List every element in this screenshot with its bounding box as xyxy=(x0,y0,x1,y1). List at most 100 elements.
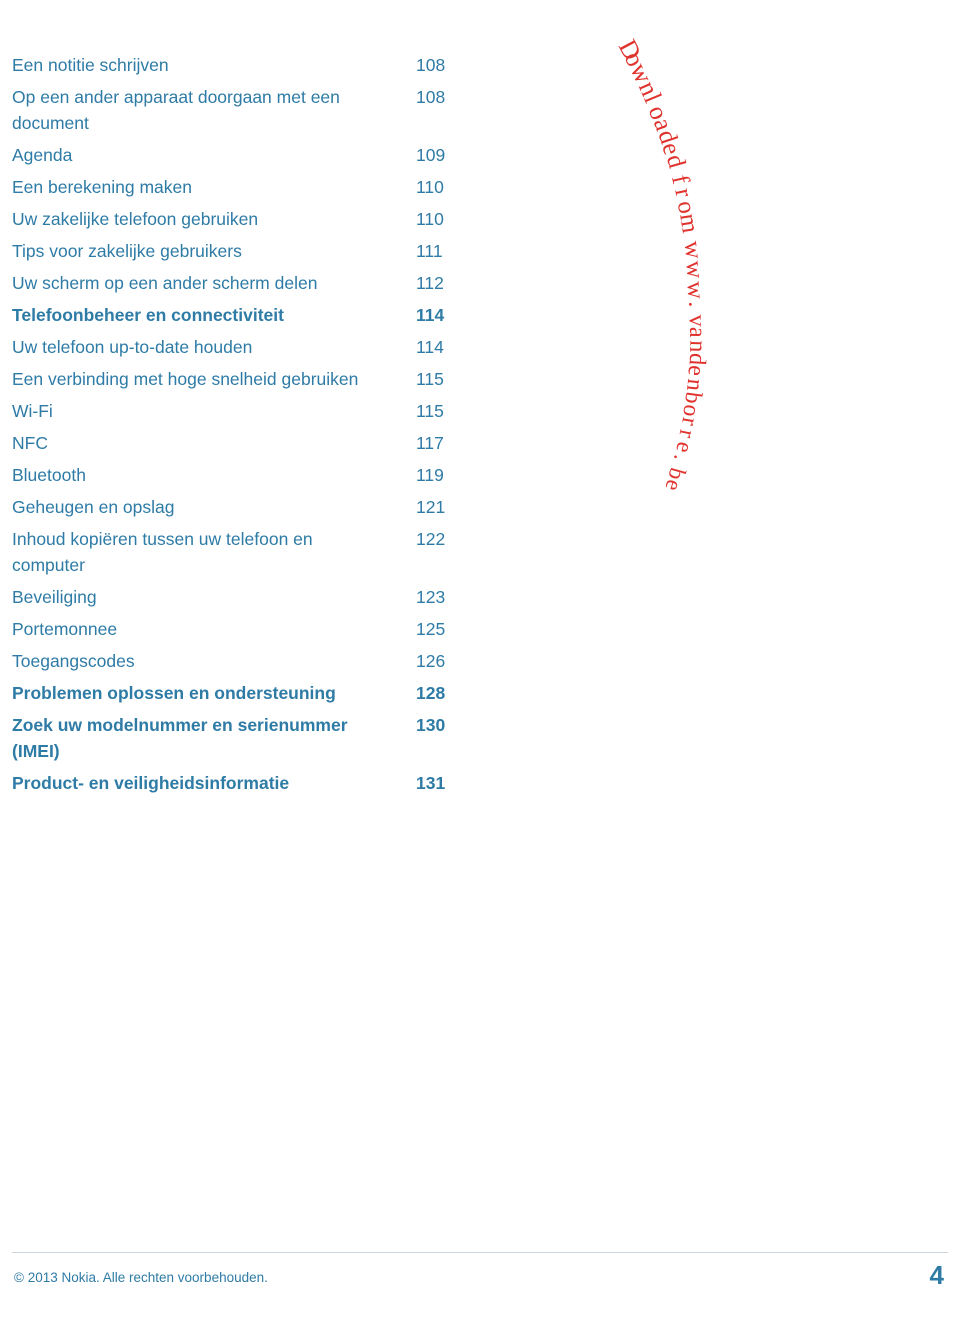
toc-entry[interactable]: Uw telefoon up-to-date houden 114 xyxy=(12,334,472,360)
toc-entry-title: Een notitie schrijven xyxy=(12,55,169,75)
watermark-char: w xyxy=(681,280,710,300)
watermark-char: w xyxy=(680,260,709,280)
watermark-char: o xyxy=(642,101,675,124)
toc-entry-title: Toegangscodes xyxy=(12,651,135,671)
watermark-char: w xyxy=(624,58,659,88)
toc-entry-title: Beveiliging xyxy=(12,587,97,607)
watermark-char: n xyxy=(684,339,711,353)
watermark-char: l xyxy=(637,89,668,107)
toc-entry-page: 110 xyxy=(416,177,444,197)
toc-entry-title: Bluetooth xyxy=(12,465,86,485)
toc-entry[interactable]: Tips voor zakelijke gebruikers 111 xyxy=(12,238,472,264)
toc-entry-title: Zoek uw modelnummer en serienummer (IMEI… xyxy=(12,715,348,761)
toc-entry[interactable]: Portemonnee 125 xyxy=(12,616,472,642)
toc-entry[interactable]: NFC 117 xyxy=(12,430,472,456)
footer-divider xyxy=(12,1252,948,1253)
toc-entry-page: 108 xyxy=(416,87,446,107)
toc-entry-page: 108 xyxy=(416,55,446,75)
toc-entry-page: 112 xyxy=(416,273,444,293)
toc-entry-title: Een berekening maken xyxy=(12,177,192,197)
watermark-char: r xyxy=(669,185,698,199)
toc-entry-page: 110 xyxy=(416,209,444,229)
toc-entry-title: Telefoonbeheer en connectiviteit xyxy=(12,305,284,325)
watermark-char: . xyxy=(668,452,695,465)
toc-entry[interactable]: Wi-Fi 115 xyxy=(12,398,472,424)
toc-entry[interactable]: Toegangscodes 126 xyxy=(12,648,472,674)
toc-entry[interactable]: Beveiliging 123 xyxy=(12,584,472,610)
toc-entry-page: 115 xyxy=(416,401,444,421)
watermark-char: d xyxy=(652,126,684,148)
footer-page-number: 4 xyxy=(929,1260,944,1290)
toc-entry[interactable]: Product- en veiligheidsinformatie 131 xyxy=(12,770,472,796)
watermark-char: w xyxy=(678,239,707,261)
table-of-contents: Een notitie schrijven 108 Op een ander app… xyxy=(12,52,472,802)
toc-entry[interactable]: Op een ander apparaat doorgaan met een d… xyxy=(12,84,472,136)
watermark-char: v xyxy=(683,313,711,327)
watermark: Downloaded from www.vandenborre.be xyxy=(608,0,960,494)
toc-entry-page: 117 xyxy=(416,433,444,453)
toc-entry[interactable]: Problemen oplossen en ondersteuning 128 xyxy=(12,680,472,706)
toc-entry-page: 115 xyxy=(416,369,444,389)
toc-entry-page: 121 xyxy=(416,497,446,517)
toc-entry[interactable]: Bluetooth 119 xyxy=(12,462,472,488)
toc-entry-title: Portemonnee xyxy=(12,619,118,639)
toc-entry-title: Op een ander apparaat doorgaan met een d… xyxy=(12,87,340,133)
toc-entry-title: Uw scherm op een ander scherm delen xyxy=(12,273,318,293)
watermark-char: e xyxy=(670,440,698,456)
toc-entry-title: Tips voor zakelijke gebruikers xyxy=(12,241,242,261)
watermark-text: Downloaded from www.vandenborre.be xyxy=(402,0,899,494)
watermark-char: a xyxy=(647,113,679,135)
toc-entry-title: Een verbinding met hoge snelheid gebruik… xyxy=(12,369,359,389)
document-page: Een notitie schrijven 108 Op een ander app… xyxy=(0,0,960,1322)
toc-entry-page: 130 xyxy=(416,715,446,735)
toc-entry-page: 122 xyxy=(416,529,446,549)
toc-entry-title: NFC xyxy=(12,433,48,453)
toc-entry[interactable]: Uw zakelijke telefoon gebruiken 110 xyxy=(12,206,472,232)
watermark-char: r xyxy=(675,415,703,428)
toc-entry[interactable]: Een verbinding met hoge snelheid gebruik… xyxy=(12,366,472,392)
watermark-char: b xyxy=(663,464,692,483)
toc-entry-page: 131 xyxy=(416,773,446,793)
toc-entry-page: 111 xyxy=(416,241,443,261)
watermark-char: e xyxy=(660,476,688,494)
watermark-char: f xyxy=(666,172,695,187)
footer-copyright: © 2013 Nokia. Alle rechten voorbehouden. xyxy=(14,1270,268,1285)
toc-entry-page: 119 xyxy=(416,465,444,485)
toc-entry-title: Problemen oplossen en ondersteuning xyxy=(12,683,336,703)
toc-entry[interactable]: Een berekening maken 110 xyxy=(12,174,472,200)
toc-entry-title: Agenda xyxy=(12,145,73,165)
toc-entry[interactable]: Een notitie schrijven 108 xyxy=(12,52,472,78)
watermark-char: m xyxy=(674,211,704,235)
toc-entry[interactable]: Geheugen en opslag 121 xyxy=(12,494,472,520)
toc-entry[interactable]: Telefoonbeheer en connectiviteit 114 xyxy=(12,302,472,328)
toc-entry-page: 126 xyxy=(416,651,446,671)
toc-entry-title: Product- en veiligheidsinformatie xyxy=(12,773,290,793)
toc-entry[interactable]: Agenda 109 xyxy=(12,142,472,168)
watermark-char: b xyxy=(679,389,707,406)
watermark-char: D xyxy=(612,34,648,65)
watermark-char xyxy=(664,164,693,177)
watermark-char: d xyxy=(683,351,710,366)
toc-entry[interactable]: Inhoud kopiëren tussen uw telefoon en co… xyxy=(12,526,472,578)
toc-entry-page: 123 xyxy=(416,587,446,607)
watermark-char: a xyxy=(684,326,711,338)
toc-entry-page: 109 xyxy=(416,145,446,165)
watermark-char: . xyxy=(683,300,711,308)
watermark-char: e xyxy=(682,364,710,378)
watermark-char: e xyxy=(656,138,687,158)
watermark-char: n xyxy=(632,76,665,101)
toc-entry-title: Wi-Fi xyxy=(12,401,53,421)
watermark-char: o xyxy=(677,402,705,419)
toc-entry-title: Inhoud kopiëren tussen uw telefoon en co… xyxy=(12,529,313,575)
toc-entry-title: Uw zakelijke telefoon gebruiken xyxy=(12,209,259,229)
toc-entry[interactable]: Zoek uw modelnummer en serienummer (IMEI… xyxy=(12,712,472,764)
watermark-char xyxy=(676,232,705,242)
toc-entry-page: 114 xyxy=(416,337,444,357)
watermark-char: o xyxy=(671,198,701,216)
toc-entry-page: 114 xyxy=(416,305,445,325)
watermark-char: o xyxy=(618,46,651,72)
toc-entry[interactable]: Uw scherm op een ander scherm delen 112 xyxy=(12,270,472,296)
watermark-char: n xyxy=(680,377,709,392)
page-footer: © 2013 Nokia. Alle rechten voorbehouden.… xyxy=(0,1252,960,1322)
toc-entry-title: Geheugen en opslag xyxy=(12,497,175,517)
